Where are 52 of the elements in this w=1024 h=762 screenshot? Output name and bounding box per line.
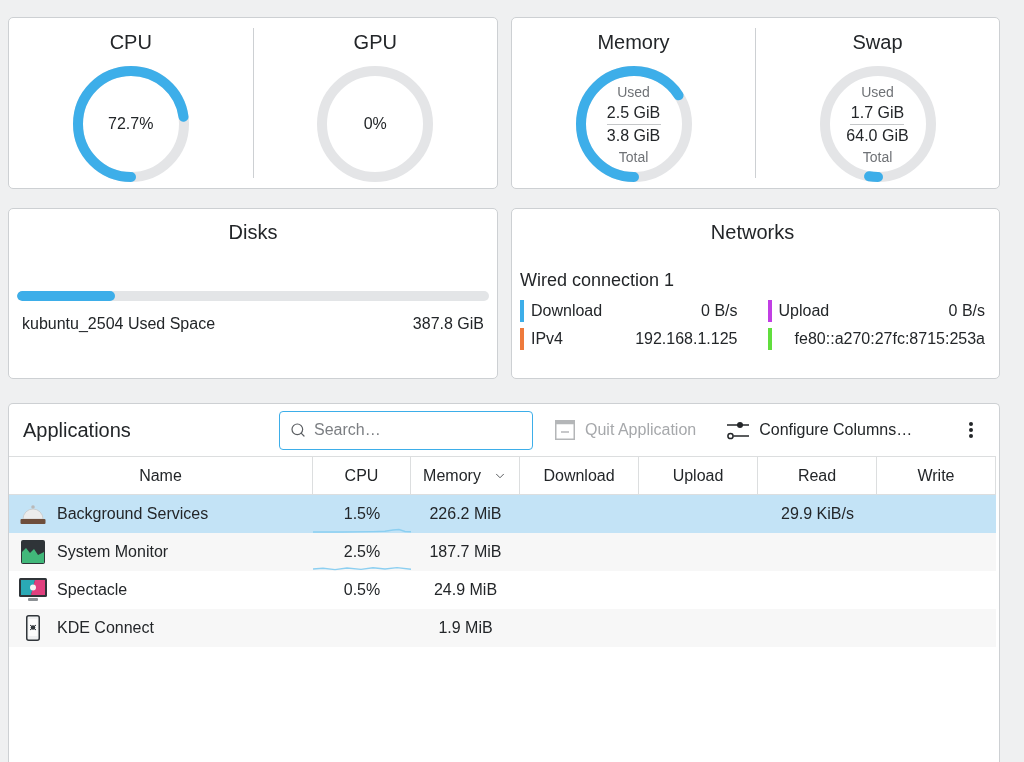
gauge-reading: 72.7%	[108, 114, 154, 134]
app-name: Background Services	[57, 504, 209, 524]
cpu-usage: 0.5%	[343, 580, 381, 600]
network-value: fe80::a270:27fc:8715:253a	[794, 329, 985, 349]
window-minus-icon	[555, 420, 575, 440]
toolbar-button[interactable]: Configure Columns…	[719, 412, 921, 448]
gauge-reading: 0%	[363, 114, 387, 134]
gauge-title: Swap	[852, 30, 903, 55]
search-field[interactable]: Search…	[279, 410, 533, 450]
area-chart-icon	[21, 540, 45, 564]
memory-usage: 1.9 MiB	[438, 618, 493, 638]
table-row[interactable]: Background Services 1.5% 226.2 MiB 29.9 KiB/s	[9, 495, 996, 533]
network-value: 192.168.1.125	[635, 329, 738, 349]
card-title: Disks	[228, 220, 278, 245]
cpu-usage: 2.5%	[343, 542, 381, 562]
network-label: Download	[531, 301, 603, 321]
table-row[interactable]: System Monitor 2.5% 187.7 MiB	[9, 533, 996, 571]
app-name: Spectacle	[57, 580, 128, 600]
total-label: Total	[862, 147, 893, 167]
service-bell-icon	[20, 504, 46, 524]
memory-usage: 187.7 MiB	[429, 542, 502, 562]
gauge-title: GPU	[353, 30, 397, 55]
used-label: Used	[617, 82, 650, 102]
used-value: 2.5 GiB	[606, 102, 661, 123]
network-value: 0 B/s	[701, 301, 738, 321]
network-label: Upload	[778, 301, 830, 321]
gauge-title: Memory	[597, 30, 670, 55]
search-icon	[290, 421, 306, 438]
sliders-icon	[727, 420, 750, 440]
app-name: System Monitor	[57, 542, 169, 562]
total-value: 64.0 GiB	[846, 125, 909, 146]
disk-name: kubuntu_2504 Used Space	[22, 314, 216, 334]
used-label: Used	[861, 82, 894, 102]
table-row[interactable]: KDE Connect 1.9 MiB	[9, 609, 996, 647]
network-value: 0 B/s	[948, 301, 985, 321]
memory-usage: 24.9 MiB	[433, 580, 498, 600]
kebab-menu-icon	[969, 422, 973, 438]
connection-name: Wired connection 1	[520, 269, 675, 292]
memory-usage: 226.2 MiB	[429, 504, 502, 524]
phone-icon	[26, 615, 40, 641]
monitor-icon	[19, 578, 47, 602]
total-value: 3.8 GiB	[606, 125, 661, 146]
app-name: KDE Connect	[57, 618, 154, 638]
gauge-title: CPU	[109, 30, 152, 55]
panel-title: Applications	[23, 418, 131, 441]
disk-read-rate: 29.9 KiB/s	[781, 504, 854, 524]
card-title: Networks	[710, 220, 795, 245]
cpu-usage: 1.5%	[343, 504, 381, 524]
network-label: IPv4	[531, 329, 563, 349]
total-label: Total	[618, 147, 649, 167]
disk-used-value: 387.8 GiB	[412, 314, 484, 334]
used-value: 1.7 GiB	[850, 102, 905, 123]
